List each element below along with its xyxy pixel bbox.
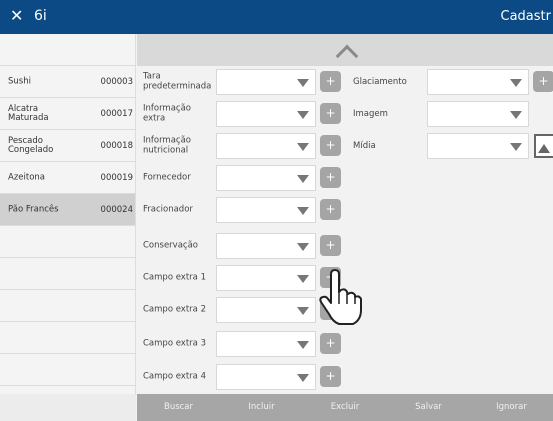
- campo-extra-1-select[interactable]: [216, 265, 316, 291]
- fracionador-select[interactable]: [216, 197, 316, 223]
- ignorar-button[interactable]: Ignorar: [470, 394, 553, 421]
- product-code: 000017: [100, 108, 133, 119]
- image-icon[interactable]: [534, 134, 553, 158]
- campo-extra-2-select[interactable]: [216, 297, 316, 323]
- action-bar: Buscar Incluir Excluir Salvar Ignorar: [137, 394, 553, 421]
- dropdown-arrow-icon: [297, 111, 309, 119]
- product-name: Pão Francês: [8, 204, 59, 214]
- title-bar: ✕ 6i Cadastr: [0, 0, 553, 34]
- dropdown-arrow-icon: [297, 243, 309, 251]
- dropdown-arrow-icon: [297, 207, 309, 215]
- field-label: Fracionador: [143, 204, 193, 215]
- dropdown-arrow-icon: [510, 111, 522, 119]
- midia-select[interactable]: [427, 133, 529, 159]
- tara-select[interactable]: [216, 69, 316, 95]
- add-conservacao-button[interactable]: +: [320, 235, 341, 256]
- dropdown-arrow-icon: [510, 143, 522, 151]
- product-list-footer: [0, 394, 136, 421]
- dropdown-arrow-icon: [297, 175, 309, 183]
- info-nutricional-select[interactable]: [216, 133, 316, 159]
- empty-row: [0, 354, 135, 386]
- field-row: Informação nutricional + Mídia: [137, 130, 553, 162]
- hand-pointer-icon: [319, 269, 362, 325]
- imagem-select[interactable]: [427, 101, 529, 127]
- field-row: Fornecedor +: [137, 162, 553, 194]
- empty-row: [0, 226, 135, 258]
- field-label: Fornecedor: [143, 172, 191, 183]
- field-label: Glaciamento: [353, 77, 407, 87]
- collapse-bar[interactable]: [137, 34, 553, 68]
- mountain-icon: [538, 144, 550, 153]
- screen-title: Cadastr: [500, 9, 551, 24]
- product-name: Pescado Congelado: [8, 135, 54, 155]
- dropdown-arrow-icon: [510, 79, 522, 87]
- field-label: Campo extra 3: [143, 338, 206, 349]
- campo-extra-4-select[interactable]: [216, 364, 316, 390]
- excluir-button[interactable]: Excluir: [303, 394, 387, 421]
- field-row: Fracionador +: [137, 194, 553, 226]
- field-label: Informação nutricional: [143, 135, 192, 155]
- field-label: Campo extra 1: [143, 272, 206, 283]
- chevron-up-icon[interactable]: [335, 44, 359, 68]
- field-label: Mídia: [353, 141, 376, 151]
- add-info-extra-button[interactable]: +: [320, 103, 341, 124]
- add-glaciamento-button[interactable]: +: [533, 71, 553, 92]
- add-campo-extra-3-button[interactable]: +: [320, 333, 341, 354]
- buscar-button[interactable]: Buscar: [137, 394, 220, 421]
- info-extra-select[interactable]: [216, 101, 316, 127]
- field-label: Imagem: [353, 109, 388, 119]
- product-name: Alcatra Maturada: [8, 103, 49, 123]
- field-label: Campo extra 2: [143, 304, 206, 315]
- field-label: Informação extra: [143, 103, 192, 123]
- salvar-button[interactable]: Salvar: [387, 394, 470, 421]
- field-label: Conservação: [143, 240, 198, 251]
- dropdown-arrow-icon: [297, 374, 309, 382]
- product-row[interactable]: Pescado Congelado 000018: [0, 130, 135, 162]
- dropdown-arrow-icon: [297, 307, 309, 315]
- field-row: Informação extra + Imagem: [137, 98, 553, 130]
- product-row[interactable]: Azeitona 000019: [0, 162, 135, 194]
- empty-row: [0, 322, 135, 354]
- product-name: Azeitona: [8, 172, 45, 182]
- field-row: Campo extra 4 +: [137, 361, 553, 393]
- form-panel: Tara predeterminada + Glaciamento + Info…: [137, 34, 553, 421]
- campo-extra-3-select[interactable]: [216, 331, 316, 357]
- product-list: Sushi 000003 Alcatra Maturada 000017 Pes…: [0, 34, 136, 421]
- product-name: Sushi: [8, 76, 31, 86]
- dropdown-arrow-icon: [297, 341, 309, 349]
- product-code: 000003: [100, 76, 133, 87]
- add-info-nutricional-button[interactable]: +: [320, 135, 341, 156]
- conservacao-select[interactable]: [216, 233, 316, 259]
- field-row: Conservação +: [137, 230, 553, 262]
- field-label: Campo extra 4: [143, 371, 206, 382]
- field-row: Tara predeterminada + Glaciamento +: [137, 66, 553, 98]
- product-code: 000018: [100, 140, 133, 151]
- app-name: 6i: [34, 8, 47, 24]
- close-icon[interactable]: ✕: [10, 7, 23, 25]
- glaciamento-select[interactable]: [427, 69, 529, 95]
- product-row[interactable]: Sushi 000003: [0, 66, 135, 98]
- empty-row: [0, 258, 135, 290]
- field-row: Campo extra 3 +: [137, 328, 553, 360]
- add-fornecedor-button[interactable]: +: [320, 167, 341, 188]
- product-list-header: [0, 34, 135, 66]
- product-row[interactable]: Alcatra Maturada 000017: [0, 98, 135, 130]
- dropdown-arrow-icon: [297, 79, 309, 87]
- product-row-selected[interactable]: Pão Francês 000024: [0, 194, 135, 226]
- add-campo-extra-4-button[interactable]: +: [320, 366, 341, 387]
- dropdown-arrow-icon: [297, 143, 309, 151]
- product-code: 000019: [100, 172, 133, 183]
- add-tara-button[interactable]: +: [320, 71, 341, 92]
- add-fracionador-button[interactable]: +: [320, 199, 341, 220]
- product-code: 000024: [100, 204, 133, 215]
- fornecedor-select[interactable]: [216, 165, 316, 191]
- empty-row: [0, 290, 135, 322]
- incluir-button[interactable]: Incluir: [220, 394, 303, 421]
- dropdown-arrow-icon: [297, 275, 309, 283]
- field-label: Tara predeterminada: [143, 71, 212, 91]
